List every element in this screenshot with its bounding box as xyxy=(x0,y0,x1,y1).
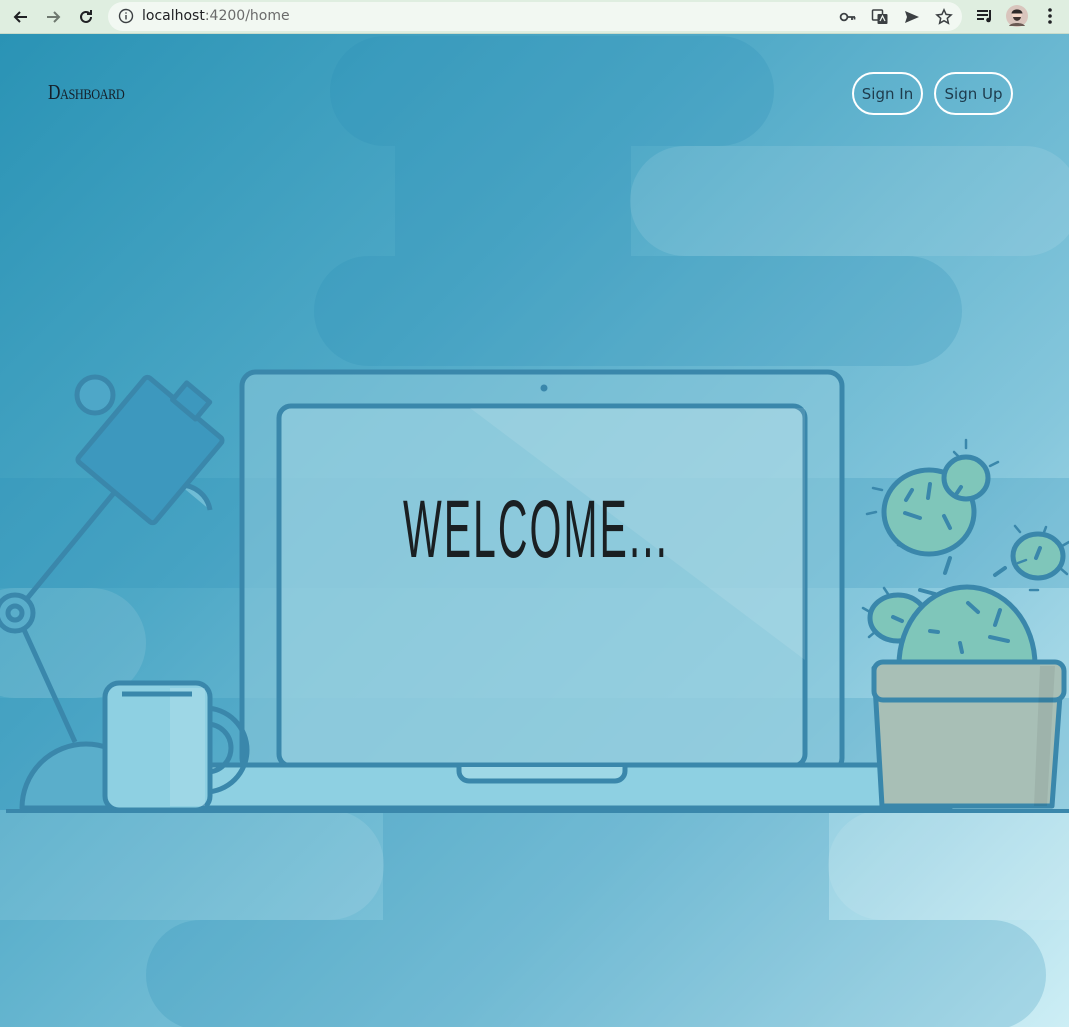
url-host: localhost xyxy=(142,8,205,24)
star-icon[interactable] xyxy=(935,8,953,26)
landing-page: Dashboard Sign In Sign Up WELCOME... xyxy=(0,34,1069,1027)
brand-logo-link[interactable]: Dashboard xyxy=(48,80,125,105)
send-icon[interactable] xyxy=(903,8,921,26)
key-icon[interactable] xyxy=(839,8,857,26)
sign-up-button[interactable]: Sign Up xyxy=(934,72,1013,115)
url-path: :4200/home xyxy=(204,8,290,24)
menu-icon[interactable] xyxy=(1040,6,1060,26)
info-icon[interactable] xyxy=(118,8,134,24)
url-text[interactable]: localhost:4200/home xyxy=(142,8,290,24)
laptop xyxy=(147,369,959,811)
back-arrow-icon[interactable] xyxy=(8,4,34,30)
address-bar[interactable]: localhost:4200/home xyxy=(108,2,962,31)
profile-avatar[interactable] xyxy=(1006,5,1028,27)
translate-icon[interactable] xyxy=(871,8,889,26)
media-icon[interactable] xyxy=(975,6,995,26)
welcome-heading: WELCOME... xyxy=(403,484,670,575)
forward-arrow-icon[interactable] xyxy=(40,4,66,30)
browser-toolbar: localhost:4200/home xyxy=(0,0,1069,34)
webcam xyxy=(540,384,548,392)
reload-icon[interactable] xyxy=(73,4,99,30)
sign-in-button[interactable]: Sign In xyxy=(852,72,923,115)
